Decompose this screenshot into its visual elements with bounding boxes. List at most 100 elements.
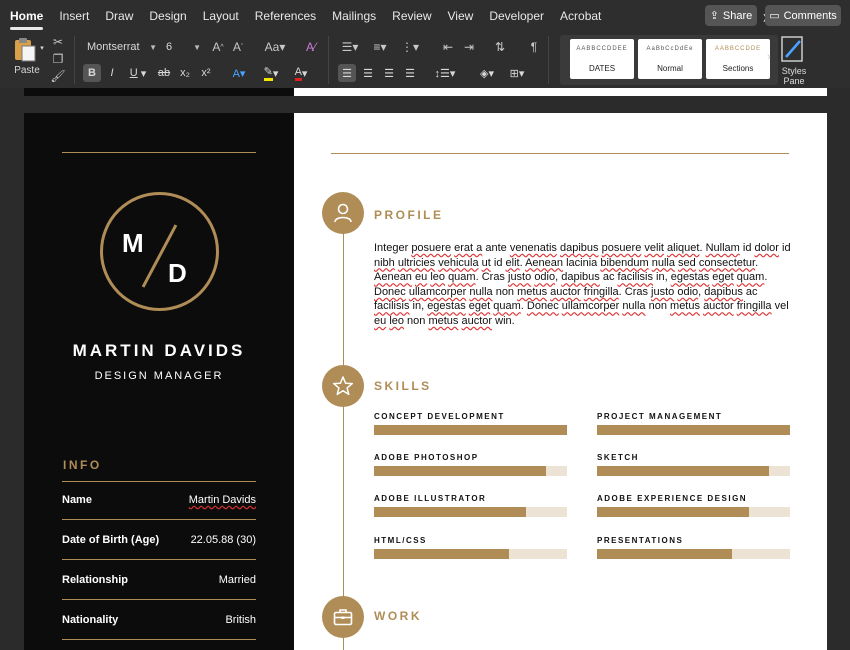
sort-icon[interactable]: ⇅ [492,39,508,55]
skill-bar-track [597,425,790,435]
monogram-second-letter: D [168,258,187,288]
tab-design[interactable]: Design [141,0,194,32]
style-sections[interactable]: AABBCCDDE Sections [706,39,770,79]
align-center-button[interactable]: ☰ [359,64,377,82]
skill-bar-track [374,425,567,435]
justify-button[interactable]: ☰ [401,64,419,82]
font-size-value: 6 [166,41,173,53]
font-name-select[interactable]: Montserrat ▼ [82,37,160,57]
skill-label: CONCEPT DEVELOPMENT [374,412,505,421]
info-row: Nationality British [62,614,256,650]
timeline-line [343,213,344,650]
info-heading: INFO [63,458,102,472]
profile-heading: PROFILE [374,208,444,222]
italic-button[interactable]: I [103,64,121,82]
info-row: Relationship Married [62,574,256,614]
tab-draw[interactable]: Draw [97,0,141,32]
share-button[interactable]: ⇪ Share [705,5,757,26]
font-size-select[interactable]: 6 ▼ [162,37,204,57]
copy-icon[interactable]: ❐ [50,51,66,67]
increase-indent-icon[interactable]: ⇥ [461,39,477,55]
skill-label: ADOBE ILLUSTRATOR [374,494,487,503]
share-label: Share [722,9,753,22]
info-key: Date of Birth (Age) [62,534,160,546]
grow-font-icon[interactable]: A ^ [210,39,226,55]
tab-acrobat[interactable]: Acrobat [552,0,609,32]
skill-item: HTML/CSS [374,536,567,568]
skill-bar-fill [597,507,750,517]
chevron-down-icon: ▼ [193,42,201,52]
skill-item: ADOBE PHOTOSHOP [374,453,567,485]
tab-developer[interactable]: Developer [481,0,552,32]
tab-home[interactable]: Home [2,0,51,32]
borders-button[interactable]: ⊞▾ [504,64,530,82]
styles-pane-label: Styles Pane [781,66,807,86]
decrease-indent-icon[interactable]: ⇤ [440,39,456,55]
bullets-icon[interactable]: ☰▾ [338,39,362,55]
skill-bar-track [597,507,790,517]
highlight-color-button[interactable]: ✎ ▾ [258,64,284,82]
style-label: Normal [657,64,683,73]
profile-text[interactable]: Integer posuere erat a ante venenatis da… [374,241,792,329]
tab-layout[interactable]: Layout [195,0,247,32]
bold-button[interactable]: B [83,64,101,82]
tab-view[interactable]: View [440,0,482,32]
skill-item: PRESENTATIONS [597,536,790,568]
briefcase-icon [322,596,364,638]
style-normal[interactable]: AaBbCcDdEe Normal [638,39,702,79]
skill-item: PROJECT MANAGEMENT [597,412,790,444]
line-spacing-button[interactable]: ↕☰▾ [432,64,458,82]
skill-item: ADOBE EXPERIENCE DESIGN [597,494,790,526]
style-sample: AABBCCDDEE [576,46,628,52]
font-color-button[interactable]: A ▾ [288,64,314,82]
format-painter-icon[interactable]: 🖌 [50,68,66,84]
paste-options-chevron-icon[interactable]: ▾ [38,44,46,52]
align-right-button[interactable]: ☰ [380,64,398,82]
star-icon [322,365,364,407]
superscript-button[interactable]: x² [197,64,215,82]
style-sample: AABBCCDDE [714,46,762,52]
styles-pane-icon [781,36,803,62]
paste-label: Paste [14,64,40,76]
gallery-next-icon[interactable]: › [767,51,771,63]
work-heading: WORK [374,609,422,623]
comments-button[interactable]: ▭ Comments [765,5,841,26]
cut-icon[interactable]: ✂ [50,34,66,50]
multilevel-list-icon[interactable]: ⋮▾ [398,39,422,55]
skill-bar-track [374,507,567,517]
shrink-font-icon[interactable]: Aˇ [230,39,246,55]
divider [62,559,256,560]
align-left-button[interactable]: ☰ [338,64,356,82]
resume-main: PROFILE Integer posuere erat a ante vene… [294,113,827,650]
monogram-first-letter: M [122,228,144,258]
style-dates[interactable]: AABBCCDDEE DATES [570,39,634,79]
styles-pane-button[interactable] [780,35,808,63]
tab-references[interactable]: References [247,0,324,32]
info-value: Married [218,574,256,586]
skills-heading: SKILLS [374,379,432,393]
divider [62,481,256,482]
show-formatting-icon[interactable]: ¶ [526,39,542,55]
skill-bar-track [597,466,790,476]
font-name-value: Montserrat [87,41,140,53]
underline-button[interactable]: U ▾ [124,64,152,82]
clear-formatting-icon[interactable]: A⁄ [303,39,319,55]
skill-bar-fill [374,425,567,435]
change-case-icon[interactable]: Aa▾ [262,39,288,55]
style-sample: AaBbCcDdEe [646,46,694,52]
resume-page[interactable]: M D MARTIN DAVIDS DESIGN MANAGER INFO Na… [24,113,827,650]
skill-label: ADOBE PHOTOSHOP [374,453,479,462]
skill-bar-fill [597,549,733,559]
tab-review[interactable]: Review [384,0,439,32]
paste-button[interactable] [12,36,38,62]
tab-insert[interactable]: Insert [51,0,97,32]
home-toolbar: ▾ Paste ✂ ❐ 🖌 Montserrat ▼ 6 ▼ A ^ Aˇ Aa▾… [0,32,850,88]
text-effects-button[interactable]: A▾ [226,64,252,82]
subscript-button[interactable]: x₂ [176,64,194,82]
numbering-icon[interactable]: ≡▾ [368,39,392,55]
skill-bar-fill [597,425,790,435]
info-value: Martin Davids [188,494,256,506]
strikethrough-button[interactable]: ab [155,64,173,82]
shading-button[interactable]: ◈▾ [474,64,500,82]
tab-mailings[interactable]: Mailings [324,0,384,32]
